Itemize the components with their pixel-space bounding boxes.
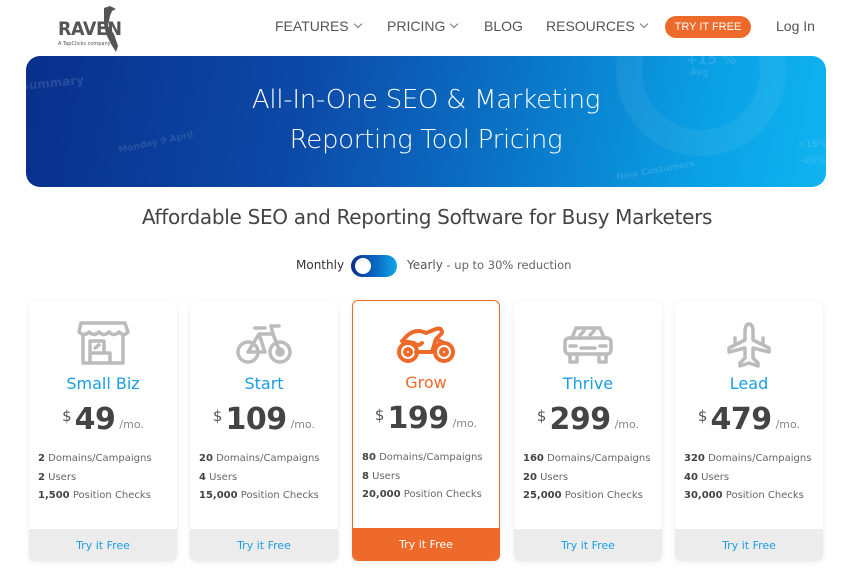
price-period: /mo. (119, 418, 144, 431)
feature-users: 4 Users (199, 471, 238, 483)
yearly-discount-note: - up to 30% reduction (442, 258, 572, 272)
billing-toggle-row: Monthly Yearly - up to 30% reduction (0, 253, 854, 277)
plan-card-grow: Grow $ 199 /mo. 80 Domains/Campaigns 8 U… (352, 300, 500, 561)
hero-title-line1: All-In-One SEO & Marketing (251, 85, 601, 115)
feature-users: 8 Users (362, 470, 401, 482)
storefront-icon (77, 321, 130, 365)
price-amount: 299 (549, 402, 611, 437)
feature-users: 20 Users (523, 471, 569, 483)
yearly-label-text: Yearly (407, 258, 443, 272)
nav-blog-label: BLOG (484, 18, 523, 34)
decor-text: Avg (690, 68, 709, 78)
price-period: /mo. (452, 417, 478, 430)
plan-card-small-biz: Small Biz $ 49 /mo. 2 Domains/Campaigns … (29, 302, 177, 561)
try-free-button-start[interactable]: Try it Free (190, 529, 338, 561)
plan-price: $ 109 /mo. (190, 402, 338, 437)
currency-symbol: $ (374, 406, 385, 424)
plan-price: $ 49 /mo. (29, 402, 177, 437)
nav-resources[interactable]: RESOURCES (546, 18, 648, 34)
feature-domains: 80 Domains/Campaigns (362, 452, 483, 463)
plan-features: 160 Domains/Campaigns 20 Users 25,000 Po… (523, 450, 659, 506)
toggle-knob (355, 258, 371, 274)
price-amount: 49 (74, 402, 116, 437)
plan-price: $ 479 /mo. (675, 402, 823, 437)
feature-domains: 160 Domains/Campaigns (523, 453, 651, 464)
car-icon (563, 326, 613, 364)
login-link[interactable]: Log In (776, 18, 815, 34)
currency-symbol: $ (697, 407, 708, 425)
currency-symbol: $ (212, 407, 223, 425)
plan-card-thrive: Thrive $ 299 /mo. 160 Domains/Campaigns … (514, 302, 662, 561)
feature-domains: 20 Domains/Campaigns (199, 453, 320, 464)
hero-title-line2: Reporting Tool Pricing (289, 125, 563, 155)
chevron-down-icon (639, 19, 648, 29)
try-it-free-button[interactable]: TRY IT FREE (665, 16, 751, 38)
site-header: RAVEN A TapClicks company FEATURES PRICI… (0, 0, 854, 56)
nav-features[interactable]: FEATURES (275, 18, 362, 34)
billing-period-toggle[interactable] (351, 255, 397, 277)
plan-name: Thrive (562, 374, 614, 393)
feature-domains: 320 Domains/Campaigns (684, 453, 812, 464)
feature-position-checks: 30,000 Position Checks (684, 490, 804, 501)
chevron-down-icon (450, 19, 459, 29)
try-free-button-thrive[interactable]: Try it Free (514, 529, 662, 561)
try-free-button-lead[interactable]: Try it Free (675, 529, 823, 561)
feature-users: 2 Users (38, 471, 77, 483)
plan-price: $ 299 /mo. (514, 402, 662, 437)
nav-pricing-label: PRICING (387, 18, 446, 34)
airplane-icon (727, 322, 771, 368)
nav-blog[interactable]: BLOG (484, 18, 523, 34)
feature-position-checks: 1,500 Position Checks (38, 490, 151, 501)
nav-resources-label: RESOURCES (546, 18, 635, 34)
plan-name: Grow (405, 373, 447, 392)
nav-pricing[interactable]: PRICING (387, 18, 459, 34)
plan-name: Small Biz (66, 374, 140, 393)
plan-card-start: Start $ 109 /mo. 20 Domains/Campaigns 4 … (190, 302, 338, 561)
plan-features: 2 Domains/Campaigns 2 Users 1,500 Positi… (38, 450, 174, 506)
feature-position-checks: 25,000 Position Checks (523, 490, 643, 501)
price-amount: 479 (710, 402, 772, 437)
plan-features: 320 Domains/Campaigns 40 Users 30,000 Po… (684, 450, 820, 506)
decor-text: New Costumers (615, 159, 696, 183)
try-free-button-grow[interactable]: Try it Free (353, 528, 499, 560)
feature-position-checks: 15,000 Position Checks (199, 490, 319, 501)
hero-banner: Summary Monday 9 April +15 % Avg New Cos… (26, 56, 826, 187)
motorcycle-icon (397, 326, 455, 363)
plan-price: $ 199 /mo. (353, 401, 499, 436)
raven-bird-icon (104, 6, 118, 52)
currency-symbol: $ (536, 407, 547, 425)
yearly-label[interactable]: Yearly - up to 30% reduction (407, 258, 571, 272)
currency-symbol: $ (62, 407, 72, 425)
plan-card-lead: Lead $ 479 /mo. 320 Domains/Campaigns 40… (675, 302, 823, 561)
try-free-button-small-biz[interactable]: Try it Free (29, 529, 177, 561)
raven-logo[interactable]: RAVEN A TapClicks company (56, 4, 126, 54)
plan-features: 20 Domains/Campaigns 4 Users 15,000 Posi… (199, 450, 335, 506)
price-period: /mo. (290, 418, 316, 431)
monthly-label[interactable]: Monthly (296, 258, 344, 272)
plan-name: Start (244, 374, 284, 393)
price-period: /mo. (775, 418, 801, 431)
plan-features: 80 Domains/Campaigns 8 Users 20,000 Posi… (362, 449, 498, 505)
price-amount: 109 (225, 402, 287, 437)
price-amount: 199 (387, 401, 449, 436)
feature-domains: 2 Domains/Campaigns (38, 453, 152, 464)
page-subtitle: Affordable SEO and Reporting Software fo… (141, 205, 713, 229)
bicycle-icon (236, 324, 292, 364)
price-period: /mo. (614, 418, 640, 431)
decor-text: +15 % (686, 56, 737, 68)
feature-users: 40 Users (684, 471, 730, 483)
plan-name: Lead (729, 374, 769, 393)
chevron-down-icon (353, 19, 362, 29)
feature-position-checks: 20,000 Position Checks (362, 489, 482, 500)
nav-features-label: FEATURES (275, 18, 349, 34)
